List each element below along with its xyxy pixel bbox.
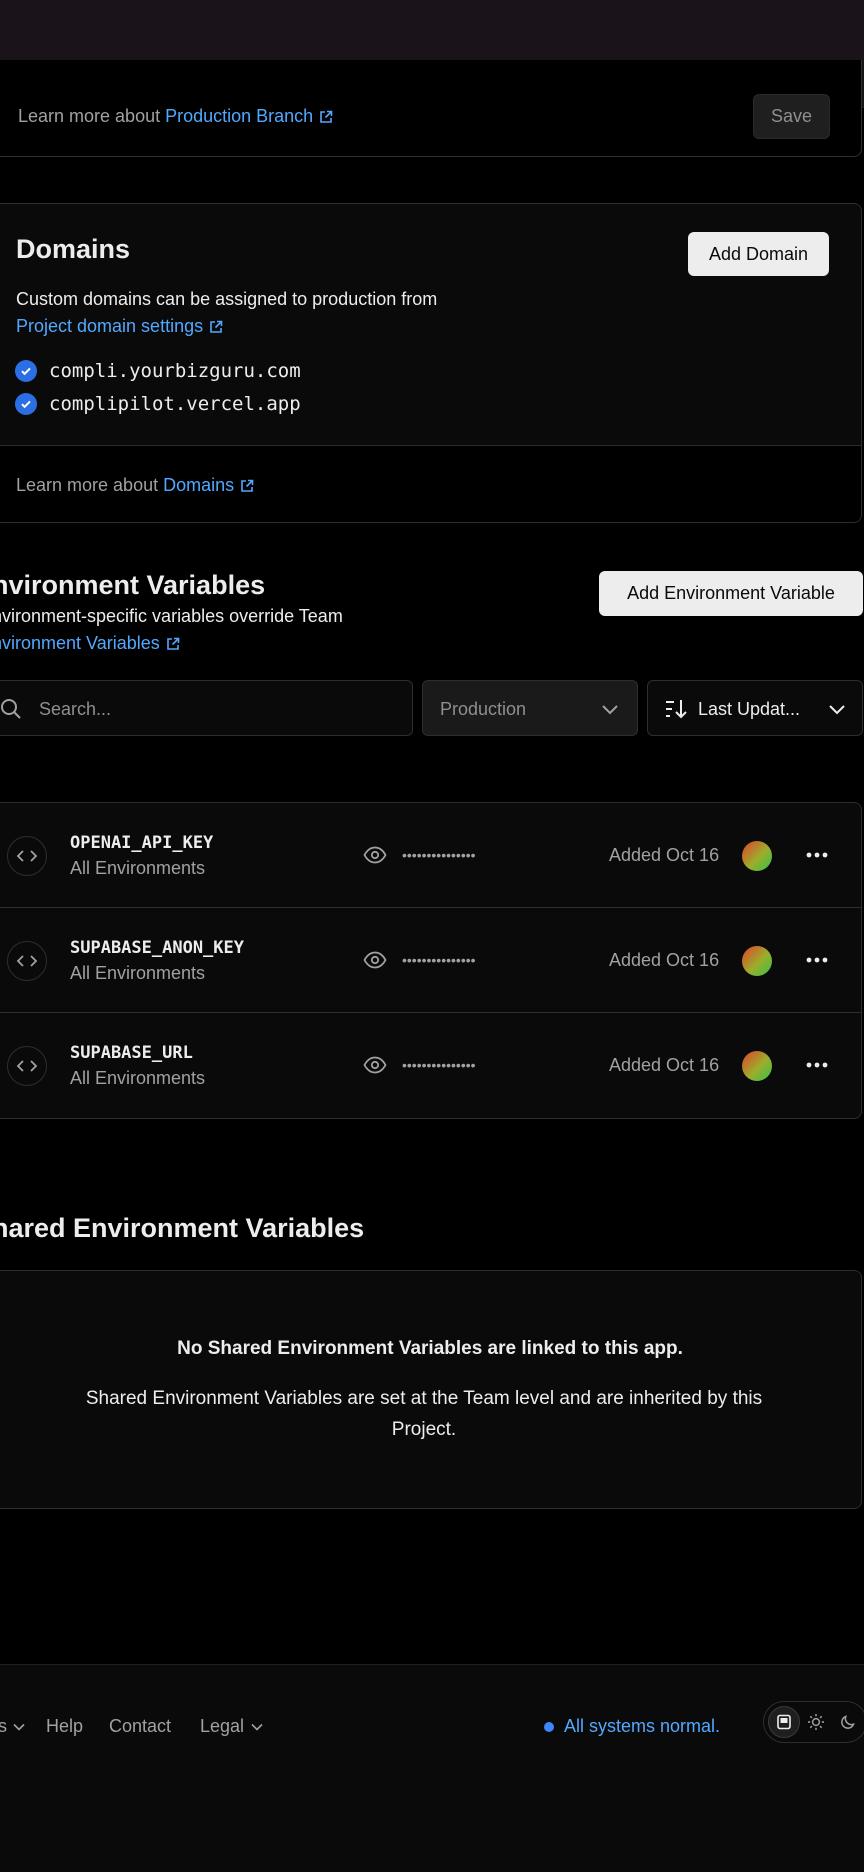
domain-item[interactable]: complipilot.vercel.app: [15, 393, 301, 415]
env-var-row[interactable]: SUPABASE_URL All Environments ••••••••••…: [0, 1013, 861, 1118]
domains-title: Domains: [16, 234, 131, 264]
external-link-icon: [320, 110, 333, 123]
avatar: [742, 1051, 772, 1081]
external-link-icon: [210, 320, 223, 333]
domains-docs-link[interactable]: Domains: [163, 475, 254, 495]
search-input[interactable]: Search...: [0, 680, 413, 736]
avatar: [742, 946, 772, 976]
env-var-row[interactable]: SUPABASE_ANON_KEY All Environments •••••…: [0, 908, 861, 1013]
sort-select[interactable]: Last Updat...: [647, 680, 863, 736]
env-var-masked-value: •••••••••••••••: [402, 847, 476, 863]
page-footer: s Help Contact Legal All systems normal.: [0, 1664, 864, 1872]
environment-variables-title: nvironment Variables: [0, 570, 266, 600]
add-domain-button[interactable]: Add Domain: [688, 232, 829, 276]
project-domain-settings-link[interactable]: Project domain settings: [16, 316, 223, 336]
env-var-added-date: Added Oct 16: [609, 1055, 720, 1075]
theme-light-button[interactable]: [800, 1706, 832, 1738]
code-icon: [7, 836, 47, 876]
env-var-row[interactable]: OPENAI_API_KEY All Environments ••••••••…: [0, 803, 861, 908]
environment-select-value: Production: [440, 699, 527, 719]
footer-help-link[interactable]: Help: [46, 1716, 83, 1737]
env-var-scope: All Environments: [70, 1068, 206, 1088]
env-var-masked-value: •••••••••••••••: [402, 1057, 476, 1073]
env-var-scope: All Environments: [70, 858, 206, 878]
sort-select-value: Last Updat...: [698, 699, 801, 719]
chevron-down-icon: [829, 705, 845, 715]
production-branch-learn-more: Learn more about Production Branch: [18, 106, 333, 127]
environment-variables-link[interactable]: nvironment Variables: [0, 633, 180, 654]
eye-icon[interactable]: [363, 845, 387, 865]
check-circle-icon: [15, 393, 37, 415]
search-placeholder: Search...: [39, 699, 112, 719]
shared-environment-variables-empty-state: No Shared Environment Variables are link…: [0, 1270, 862, 1509]
production-branch-link[interactable]: Production Branch: [165, 106, 333, 126]
save-button[interactable]: Save: [753, 94, 830, 139]
system-status-link[interactable]: All systems normal.: [544, 1716, 720, 1737]
domains-learn-more: Learn more about Domains: [16, 475, 254, 496]
environment-variables-description: nvironment-specific variables override T…: [0, 606, 343, 626]
theme-dark-button[interactable]: [832, 1706, 864, 1738]
theme-system-button[interactable]: [768, 1706, 800, 1738]
code-icon: [7, 1046, 47, 1086]
env-var-scope: All Environments: [70, 963, 206, 983]
more-options-icon[interactable]: [805, 848, 829, 862]
eye-icon[interactable]: [363, 950, 387, 970]
add-environment-variable-button[interactable]: Add Environment Variable: [599, 571, 863, 616]
empty-state-heading: No Shared Environment Variables are link…: [177, 1338, 683, 1359]
sort-icon: [666, 700, 687, 719]
env-var-name: SUPABASE_ANON_KEY: [70, 938, 244, 958]
footer-legal-menu[interactable]: Legal: [200, 1716, 263, 1737]
check-circle-icon: [15, 360, 37, 382]
eye-icon[interactable]: [363, 1055, 387, 1075]
theme-switcher: [763, 1701, 864, 1743]
domains-description: Custom domains can be assigned to produc…: [16, 289, 438, 336]
domain-item[interactable]: compli.yourbizguru.com: [15, 360, 301, 382]
external-link-icon: [241, 479, 254, 492]
chevron-down-icon: [251, 1723, 263, 1731]
domains-card: Domains Add Domain Custom domains can be…: [0, 203, 862, 523]
footer-contact-link[interactable]: Contact: [109, 1716, 171, 1737]
search-icon: [1, 699, 21, 719]
monitor-icon: [777, 1714, 791, 1730]
avatar: [742, 841, 772, 871]
more-options-icon[interactable]: [805, 953, 829, 967]
empty-state-text: Shared Environment Variables are set at …: [85, 1388, 763, 1440]
footer-menu-partial[interactable]: s: [0, 1716, 25, 1737]
code-icon: [7, 941, 47, 981]
environment-select[interactable]: Production: [422, 680, 638, 736]
status-dot-icon: [544, 1721, 554, 1732]
moon-icon: [841, 1715, 855, 1729]
external-link-icon: [166, 637, 180, 650]
env-var-name: SUPABASE_URL: [70, 1043, 193, 1063]
env-var-masked-value: •••••••••••••••: [402, 952, 476, 968]
shared-environment-variables-title: hared Environment Variables: [0, 1213, 365, 1243]
environment-variables-list: OPENAI_API_KEY All Environments ••••••••…: [0, 802, 862, 1119]
more-options-icon[interactable]: [805, 1058, 829, 1072]
chevron-down-icon: [13, 1723, 25, 1731]
domains-footer: Learn more about Domains: [0, 445, 861, 522]
sun-icon: [808, 1714, 824, 1730]
env-var-name: OPENAI_API_KEY: [70, 833, 214, 853]
env-var-added-date: Added Oct 16: [609, 845, 720, 865]
chevron-down-icon: [602, 705, 618, 715]
env-var-added-date: Added Oct 16: [609, 950, 720, 970]
